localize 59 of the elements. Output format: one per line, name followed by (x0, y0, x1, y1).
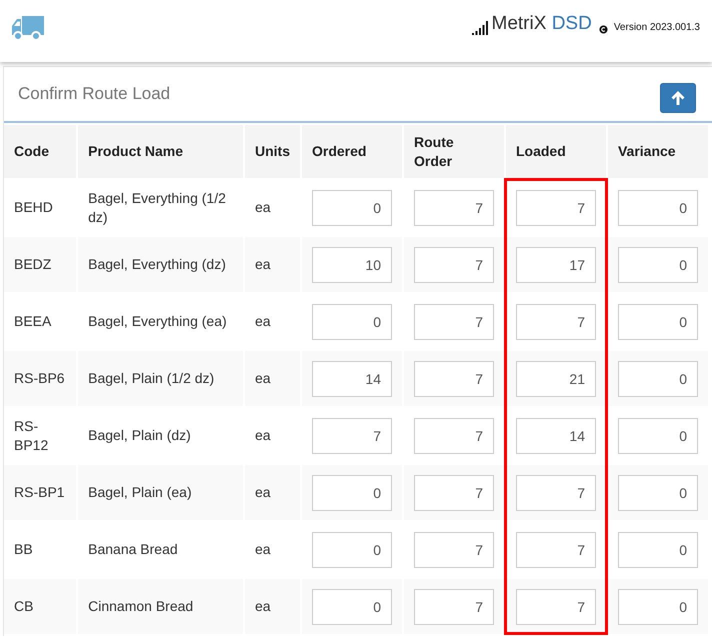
quantity-field[interactable]: 7 (414, 190, 494, 226)
quantity-field[interactable]: 14 (312, 360, 392, 396)
quantity-field[interactable]: 7 (516, 304, 596, 340)
quantity-field[interactable]: 17 (516, 246, 596, 282)
quantity-field[interactable]: 7 (414, 474, 494, 510)
quantity-field[interactable]: 0 (618, 360, 698, 396)
product-name-cell: Bagel, Everything (dz) (78, 237, 243, 292)
quantity-field[interactable]: 7 (414, 588, 494, 624)
quantity-field[interactable]: 0 (618, 474, 698, 510)
quantity-field[interactable]: 0 (618, 418, 698, 454)
quantity-field[interactable]: 0 (312, 588, 392, 624)
panel-title: Confirm Route Load (18, 83, 170, 106)
product-name-cell: Bagel, Plain (ea) (78, 465, 243, 520)
copyright-icon (598, 24, 608, 34)
units-cell: ea (244, 465, 300, 520)
quantity-field[interactable]: 0 (312, 190, 392, 226)
quantity-field[interactable]: 7 (516, 474, 596, 510)
column-header: Units (244, 125, 300, 178)
column-header: Route Order (404, 125, 504, 178)
quantity-field[interactable]: 0 (312, 474, 392, 510)
upload-button[interactable] (660, 83, 696, 113)
quantity-field[interactable]: 7 (414, 304, 494, 340)
brand-name: MetriX DSD (492, 12, 592, 36)
quantity-field[interactable]: 0 (312, 532, 392, 568)
quantity-field[interactable]: 7 (516, 588, 596, 624)
code-cell: RS-BP6 (4, 351, 76, 406)
quantity-field[interactable]: 0 (618, 190, 698, 226)
product-name-cell: Bagel, Plain (1/2 dz) (78, 351, 243, 406)
quantity-field[interactable]: 21 (516, 360, 596, 396)
column-header: Loaded (506, 125, 606, 178)
product-name-cell: Cinnamon Bread (78, 579, 243, 634)
quantity-field[interactable]: 0 (618, 588, 698, 624)
quantity-field[interactable]: 7 (414, 532, 494, 568)
quantity-field[interactable]: 7 (414, 360, 494, 396)
quantity-field[interactable]: 10 (312, 246, 392, 282)
units-cell: ea (244, 351, 300, 406)
quantity-field[interactable]: 14 (516, 418, 596, 454)
quantity-field[interactable]: 0 (618, 532, 698, 568)
quantity-field[interactable]: 7 (414, 246, 494, 282)
truck-icon (12, 16, 44, 41)
up-arrow-icon (671, 91, 685, 105)
code-cell: BEDZ (4, 237, 76, 292)
code-cell: RS-BP1 (4, 465, 76, 520)
units-cell: ea (244, 237, 300, 292)
quantity-field[interactable]: 7 (516, 190, 596, 226)
column-header: Variance (608, 125, 708, 178)
column-header: Product Name (78, 125, 243, 178)
code-cell: CB (4, 579, 76, 634)
quantity-field[interactable]: 7 (312, 418, 392, 454)
units-cell: ea (244, 579, 300, 634)
quantity-field[interactable]: 7 (516, 532, 596, 568)
signal-icon (472, 20, 488, 34)
quantity-field[interactable]: 0 (618, 304, 698, 340)
quantity-field[interactable]: 0 (618, 246, 698, 282)
version-text: Version 2023.001.3 (614, 20, 700, 34)
column-header: Ordered (302, 125, 402, 178)
column-header: Code (4, 125, 76, 178)
quantity-field[interactable]: 0 (312, 304, 392, 340)
quantity-field[interactable]: 7 (414, 418, 494, 454)
